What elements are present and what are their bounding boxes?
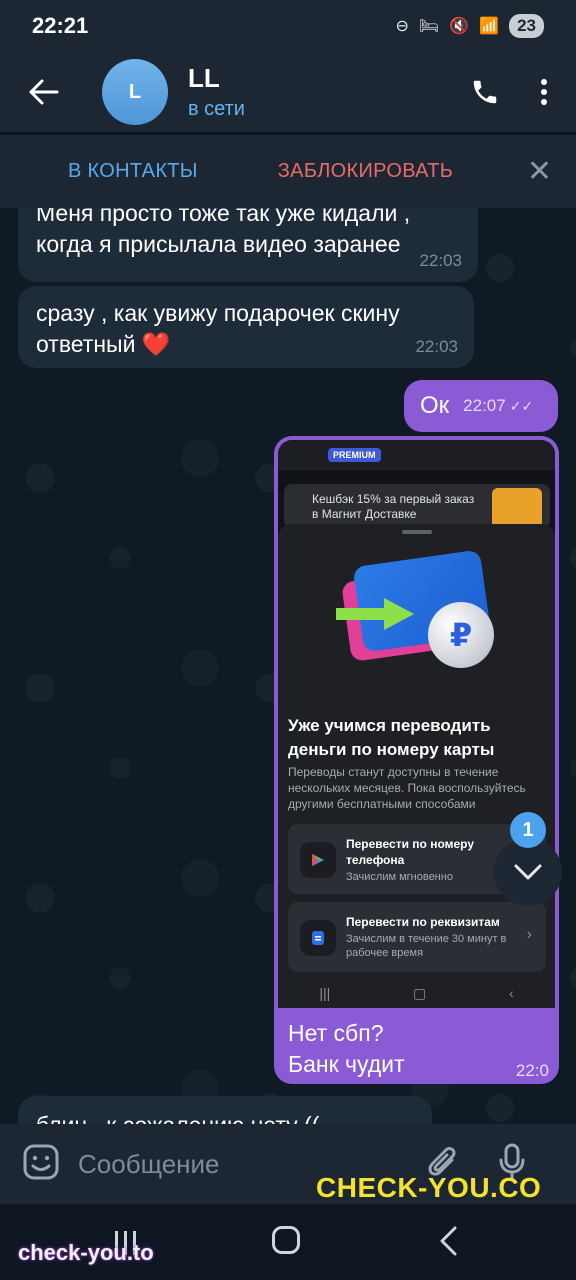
message-time: 22:03 <box>415 337 458 356</box>
bed-icon: 🛏 <box>418 18 440 35</box>
premium-badge: PREMIUM <box>328 448 381 462</box>
status-icons: ⊖ 🛏 🔇 📶 23 <box>396 14 544 38</box>
contact-action-bar: В КОНТАКТЫ ЗАБЛОКИРОВАТЬ ✕ <box>0 134 576 208</box>
message-time: 22:03 <box>419 251 462 270</box>
home-icon: ▢ <box>413 984 427 1001</box>
message-bubble[interactable]: блин , к сожалению нету (( <box>18 1096 432 1124</box>
attached-screenshot[interactable]: PREMIUM Кешбэк 15% за первый заказ в Маг… <box>278 440 555 1008</box>
promo-banner: Кешбэк 15% за первый заказ в Магнит Дост… <box>284 484 550 528</box>
battery-indicator: 23 <box>509 14 544 38</box>
option-title: Перевести по номеру телефона <box>346 837 475 867</box>
scroll-to-bottom-button[interactable] <box>494 838 562 906</box>
mute-icon: 🔇 <box>449 18 470 35</box>
sheet-grabber <box>401 530 432 534</box>
photo-message[interactable]: PREMIUM Кешбэк 15% за первый заказ в Маг… <box>274 436 559 1084</box>
avatar[interactable]: L <box>102 59 168 125</box>
home-button-icon[interactable] <box>272 1226 300 1254</box>
back-icon: ‹ <box>508 985 514 1001</box>
screenshot-nav-bar: ||| ▢ ‹ <box>278 978 555 1008</box>
add-contact-button[interactable]: В КОНТАКТЫ <box>68 160 198 183</box>
option-title: Перевести по реквизитам <box>346 915 500 929</box>
contact-name: LL <box>188 63 220 93</box>
document-icon <box>300 920 336 956</box>
close-icon[interactable]: ✕ <box>527 154 552 189</box>
do-not-disturb-icon: ⊖ <box>395 18 409 35</box>
back-nav-icon[interactable] <box>438 1226 458 1261</box>
option-subtitle: Зачислим в течение 30 минут в рабочее вр… <box>346 933 507 959</box>
chevron-down-icon <box>514 864 542 880</box>
watermark-large: CHECK-YOU.CO <box>316 1172 542 1203</box>
message-text: Ок <box>420 392 450 419</box>
transfer-by-details-option: Перевести по реквизитам Зачислим в течен… <box>288 902 546 972</box>
caption-text: Нет сбп? Банк чудит <box>288 1020 405 1077</box>
message-text: сразу , как увижу подарочек скину ответн… <box>36 300 400 357</box>
double-check-icon: ✓✓ <box>509 397 534 414</box>
chat-header: L LL в сети <box>0 52 576 132</box>
phone-icon[interactable] <box>470 77 500 107</box>
ruble-coin-icon: ₽ <box>428 602 494 668</box>
status-bar: 22:21 ⊖ 🛏 🔇 📶 23 <box>0 0 576 52</box>
back-arrow-icon[interactable] <box>22 70 66 114</box>
promo-text: Кешбэк 15% за первый заказ в Магнит Дост… <box>312 492 475 521</box>
clock: 22:21 <box>32 13 89 38</box>
option-subtitle: Зачислим мгновенно <box>346 871 453 883</box>
message-bubble-outgoing[interactable]: Ок 22:07 ✓✓ <box>404 380 558 432</box>
wifi-icon: 📶 <box>479 18 500 35</box>
sheet-description: Переводы станут доступны в течение неско… <box>288 765 526 811</box>
recent-apps-icon: ||| <box>319 985 331 1001</box>
more-vertical-icon[interactable] <box>540 78 548 106</box>
watermark-small: check-you.to <box>18 1240 154 1265</box>
online-status: в сети <box>188 98 245 120</box>
block-user-button[interactable]: ЗАБЛОКИРОВАТЬ <box>278 160 453 183</box>
photo-caption: Нет сбп? Банк чудит 22:0 <box>278 1008 555 1080</box>
bottom-sheet: ₽ Уже учимся переводить деньги по номеру… <box>278 524 555 1008</box>
promo-image <box>492 488 542 528</box>
chevron-right-icon: › <box>526 926 532 943</box>
cards-illustration: ₽ <box>336 549 506 674</box>
message-text: блин , к сожалению нету (( <box>36 1110 414 1124</box>
message-bubble[interactable]: Меня просто тоже так уже кидали , когда … <box>18 208 478 282</box>
sheet-title: Уже учимся переводить деньги по номеру к… <box>288 716 495 759</box>
message-time: 22:0 <box>515 1061 549 1080</box>
message-list[interactable]: Меня просто тоже так уже кидали , когда … <box>0 208 576 1124</box>
unread-count-badge: 1 <box>510 812 546 848</box>
sbp-icon <box>300 842 336 878</box>
message-text: Меня просто тоже так уже кидали , когда … <box>36 208 411 257</box>
message-time: 22:07 <box>463 396 506 415</box>
arrow-icon <box>336 598 414 630</box>
emoji-icon[interactable] <box>22 1143 60 1186</box>
chat-title-block[interactable]: LL в сети <box>188 63 245 121</box>
message-bubble[interactable]: сразу , как увижу подарочек скину ответн… <box>18 286 474 368</box>
